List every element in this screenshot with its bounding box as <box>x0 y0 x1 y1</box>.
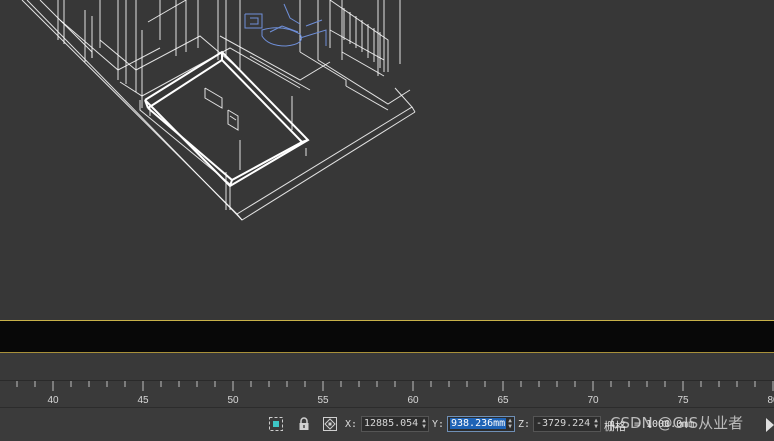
play-icon[interactable] <box>766 418 774 432</box>
timeline-ruler-graphic: 40 45 50 55 60 65 70 75 80 <box>16 381 774 406</box>
track-bar[interactable] <box>0 321 774 352</box>
ruler-tick-label: 80 <box>767 395 774 406</box>
x-coordinate-value: 12885.054 <box>364 418 419 429</box>
perspective-viewport[interactable] <box>0 0 774 320</box>
x-spinner-icon[interactable]: ▲ ▼ <box>421 418 427 430</box>
y-coordinate-label: Y: <box>432 419 445 430</box>
y-spinner-icon[interactable]: ▲ ▼ <box>507 418 513 430</box>
z-coordinate-label: Z: <box>518 419 531 430</box>
ruler-tick-label: 45 <box>137 395 149 406</box>
wireframe-model[interactable] <box>0 0 774 320</box>
isolate-selection-icon[interactable] <box>268 416 284 432</box>
status-bar: X: 12885.054 ▲ ▼ Y: 938.236mm ▲ ▼ Z: -3729… <box>0 407 774 441</box>
ruler-tick-label: 65 <box>497 395 509 406</box>
ruler-tick-label: 75 <box>677 395 689 406</box>
z-coordinate-field[interactable]: -3729.224 ▲ ▼ <box>533 416 601 432</box>
ruler-tick-label: 40 <box>47 395 59 406</box>
timeline-ruler[interactable]: 40 45 50 55 60 65 70 75 80 <box>0 380 774 407</box>
watermark: CSDN @GIS从业者 <box>610 414 744 432</box>
lock-icon[interactable] <box>296 416 312 432</box>
z-spinner-icon[interactable]: ▲ ▼ <box>593 418 599 430</box>
ruler-tick-label: 70 <box>587 395 599 406</box>
x-coordinate-field[interactable]: 12885.054 ▲ ▼ <box>361 416 429 432</box>
x-coordinate-label: X: <box>345 419 358 430</box>
z-coordinate-value: -3729.224 <box>536 418 591 429</box>
y-coordinate-value: 938.236mm <box>450 418 507 429</box>
trackbar-strip[interactable] <box>0 353 774 380</box>
ruler-tick-label: 50 <box>227 395 239 406</box>
absolute-mode-icon[interactable] <box>322 416 338 432</box>
ruler-tick-label: 60 <box>407 395 419 406</box>
y-coordinate-field[interactable]: 938.236mm ▲ ▼ <box>447 416 515 432</box>
ruler-tick-label: 55 <box>317 395 329 406</box>
